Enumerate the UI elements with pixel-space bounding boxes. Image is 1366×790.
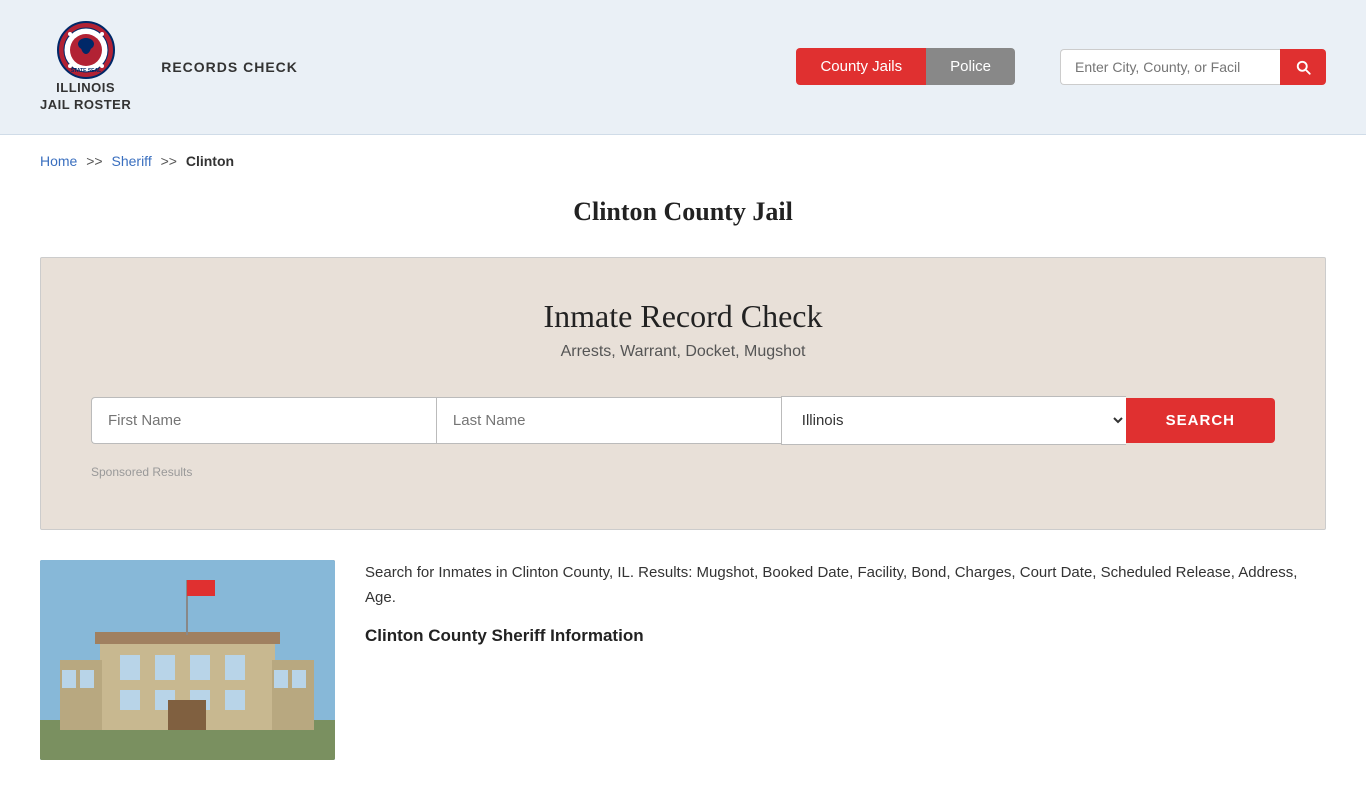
record-check-title: Inmate Record Check xyxy=(91,298,1275,335)
section-heading: Clinton County Sheriff Information xyxy=(365,626,1326,646)
main-nav: County Jails Police xyxy=(796,48,1015,85)
sponsored-results-label: Sponsored Results xyxy=(91,465,1275,479)
page-title: Clinton County Jail xyxy=(40,197,1326,227)
facility-building-svg xyxy=(40,560,335,760)
description-area: Search for Inmates in Clinton County, IL… xyxy=(365,560,1326,646)
inmate-search-form: AlabamaAlaskaArizonaArkansasCaliforniaCo… xyxy=(91,396,1275,445)
police-button[interactable]: Police xyxy=(926,48,1015,85)
site-logo[interactable]: STATE SEAL ILLINOIS JAIL ROSTER xyxy=(40,20,131,114)
header-search-input[interactable] xyxy=(1060,49,1280,85)
inmate-search-button[interactable]: SEARCH xyxy=(1126,398,1275,443)
search-icon xyxy=(1294,58,1312,76)
breadcrumb-sheriff-link[interactable]: Sheriff xyxy=(112,153,152,169)
header-search-button[interactable] xyxy=(1280,49,1326,85)
site-header: STATE SEAL ILLINOIS JAIL ROSTER RECORDS … xyxy=(0,0,1366,135)
breadcrumb-sep-1: >> xyxy=(86,153,102,169)
breadcrumb-sep-2: >> xyxy=(161,153,177,169)
svg-text:STATE SEAL: STATE SEAL xyxy=(70,68,100,74)
record-check-subtitle: Arrests, Warrant, Docket, Mugshot xyxy=(91,343,1275,361)
bottom-section: Search for Inmates in Clinton County, IL… xyxy=(0,530,1366,790)
breadcrumb-home-link[interactable]: Home xyxy=(40,153,77,169)
last-name-input[interactable] xyxy=(436,397,781,444)
logo-text: ILLINOIS JAIL ROSTER xyxy=(40,80,131,114)
records-check-link[interactable]: RECORDS CHECK xyxy=(161,59,298,75)
facility-image xyxy=(40,560,335,760)
record-check-box: Inmate Record Check Arrests, Warrant, Do… xyxy=(40,257,1326,530)
page-title-area: Clinton County Jail xyxy=(0,187,1366,257)
description-text: Search for Inmates in Clinton County, IL… xyxy=(365,560,1326,611)
breadcrumb: Home >> Sheriff >> Clinton xyxy=(0,135,1366,187)
illinois-seal-icon: STATE SEAL xyxy=(56,20,116,80)
county-jails-button[interactable]: County Jails xyxy=(796,48,926,85)
state-select[interactable]: AlabamaAlaskaArizonaArkansasCaliforniaCo… xyxy=(781,396,1126,445)
first-name-input[interactable] xyxy=(91,397,436,444)
breadcrumb-current: Clinton xyxy=(186,153,234,169)
header-search-area xyxy=(1060,49,1326,85)
